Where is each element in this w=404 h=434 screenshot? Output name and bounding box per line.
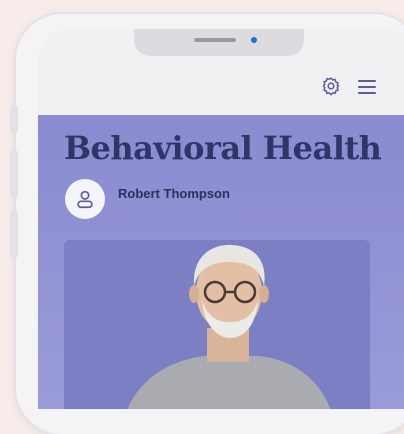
user-icon xyxy=(77,190,93,209)
profile-photo xyxy=(64,240,370,409)
menu-button[interactable] xyxy=(356,76,378,98)
phone-screen: Behavioral Health Robert Thompson xyxy=(38,29,404,409)
phone-volume-button xyxy=(10,150,18,198)
phone-volume-button xyxy=(10,210,18,258)
app-title: Behavioral Health xyxy=(64,129,382,167)
avatar[interactable] xyxy=(65,179,105,219)
top-bar xyxy=(38,29,404,115)
app-content: Behavioral Health Robert Thompson xyxy=(38,115,404,409)
person-photo-illustration xyxy=(64,240,370,409)
user-name: Robert Thompson xyxy=(118,186,230,201)
settings-button[interactable] xyxy=(320,75,342,97)
phone-side-button xyxy=(10,105,18,133)
gear-icon xyxy=(322,77,340,96)
hamburger-icon xyxy=(358,80,376,94)
